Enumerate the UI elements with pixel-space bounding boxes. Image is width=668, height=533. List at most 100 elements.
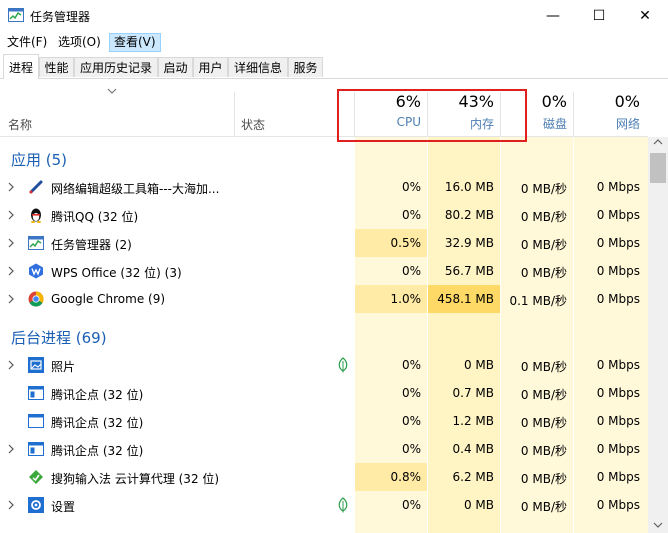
network-value: 0 Mbps xyxy=(596,264,640,278)
table-row[interactable]: 腾讯QQ (32 位) 0% 80.2 MB 0 MB/秒 0 Mbps xyxy=(0,201,648,229)
tab-performance[interactable]: 性能 xyxy=(39,57,74,77)
group-header-apps[interactable]: 应用 (5) xyxy=(0,144,648,172)
network-percent[interactable]: 0% xyxy=(574,92,640,111)
process-name: 网络编辑超级工具箱---大海加... xyxy=(51,182,220,196)
expand-chevron-icon[interactable] xyxy=(8,360,14,370)
disk-value: 0 MB/秒 xyxy=(520,182,567,196)
photos-icon xyxy=(28,357,44,373)
expand-chevron-icon[interactable] xyxy=(8,266,14,276)
scroll-up-icon[interactable] xyxy=(653,139,663,145)
task-manager-app-icon xyxy=(8,8,24,22)
table-row[interactable]: 网络编辑超级工具箱---大海加... 0% 16.0 MB 0 MB/秒 0 M… xyxy=(0,173,648,201)
process-name: 腾讯QQ (32 位) xyxy=(51,210,139,224)
expand-chevron-icon[interactable] xyxy=(8,444,14,454)
cpu-value: 0% xyxy=(401,358,421,372)
expand-chevron-icon[interactable] xyxy=(8,294,14,304)
memory-value: 0 MB xyxy=(463,358,494,372)
process-name: 照片 xyxy=(51,360,76,374)
window-app-icon xyxy=(28,386,44,400)
minimize-button[interactable]: — xyxy=(530,0,576,32)
menu-file[interactable]: 文件(F) xyxy=(3,34,51,51)
scroll-down-icon[interactable] xyxy=(653,522,663,528)
wps-icon xyxy=(29,263,43,279)
expand-chevron-icon[interactable] xyxy=(8,500,14,510)
vertical-scrollbar[interactable] xyxy=(648,137,668,533)
table-row[interactable]: 照片 0% 0 MB 0 MB/秒 0 Mbps xyxy=(0,351,648,379)
tab-startup[interactable]: 启动 xyxy=(158,57,193,77)
expand-chevron-icon[interactable] xyxy=(8,238,14,248)
cpu-value: 0% xyxy=(401,180,421,194)
process-name: 搜狗输入法 云计算代理 (32 位) xyxy=(51,472,220,486)
expand-chevron-icon[interactable] xyxy=(8,210,14,220)
table-row[interactable]: Google Chrome (9) 1.0% 458.1 MB 0.1 MB/秒… xyxy=(0,285,648,313)
cpu-value: 0% xyxy=(401,208,421,222)
disk-value: 0 MB/秒 xyxy=(520,266,567,280)
disk-value: 0 MB/秒 xyxy=(520,238,567,252)
process-name: 任务管理器 (2) xyxy=(51,238,132,252)
network-value: 0 Mbps xyxy=(596,414,640,428)
window-app-icon xyxy=(28,442,44,456)
table-row[interactable]: 搜狗输入法 云计算代理 (32 位) 0.8% 6.2 MB 0 MB/秒 0 … xyxy=(0,463,648,491)
column-name[interactable]: 名称 xyxy=(8,116,32,133)
tab-processes[interactable]: 进程 xyxy=(3,54,39,79)
maximize-icon: ☐ xyxy=(592,8,606,24)
menu-view[interactable]: 查看(V) xyxy=(109,33,161,52)
table-row[interactable]: WPS Office (32 位) (3) 0% 56.7 MB 0 MB/秒 … xyxy=(0,257,648,285)
process-name: 腾讯企点 (32 位) xyxy=(51,388,144,402)
column-header: 名称 状态 6% CPU 43% 内存 0% 磁盘 0% 网络 xyxy=(0,80,648,137)
tab-app-history[interactable]: 应用历史记录 xyxy=(74,57,158,77)
pen-icon xyxy=(29,180,43,194)
network-value: 0 Mbps xyxy=(596,358,640,372)
maximize-button[interactable]: ☐ xyxy=(576,0,622,32)
table-row[interactable]: 任务管理器 (2) 0.5% 32.9 MB 0 MB/秒 0 Mbps xyxy=(0,229,648,257)
memory-value: 458.1 MB xyxy=(437,292,494,306)
column-status[interactable]: 状态 xyxy=(241,116,265,133)
disk-value: 0 MB/秒 xyxy=(520,210,567,224)
tab-users[interactable]: 用户 xyxy=(193,57,228,77)
suspended-leaf-icon xyxy=(338,357,348,373)
cpu-value: 0% xyxy=(401,442,421,456)
cpu-value: 0% xyxy=(401,386,421,400)
chrome-icon xyxy=(28,291,44,307)
window-title: 任务管理器 xyxy=(30,10,91,24)
cpu-value: 0% xyxy=(401,264,421,278)
memory-value: 1.2 MB xyxy=(452,414,494,428)
close-button[interactable]: ✕ xyxy=(622,0,668,32)
network-value: 0 Mbps xyxy=(596,208,640,222)
table-row[interactable]: 设置 0% 0 MB 0 MB/秒 0 Mbps xyxy=(0,491,648,519)
cpu-value: 0.5% xyxy=(390,236,422,250)
group-header-background[interactable]: 后台进程 (69) xyxy=(0,321,648,349)
menu-bar: 文件(F) 选项(O) 查看(V) xyxy=(0,32,668,52)
tab-services[interactable]: 服务 xyxy=(288,57,323,77)
close-icon: ✕ xyxy=(639,8,651,24)
sogou-icon xyxy=(29,470,43,484)
menu-options[interactable]: 选项(O) xyxy=(54,34,105,51)
memory-value: 80.2 MB xyxy=(444,208,494,222)
table-row[interactable]: 腾讯企点 (32 位) 0% 0.7 MB 0 MB/秒 0 Mbps xyxy=(0,379,648,407)
memory-value: 0 MB xyxy=(463,498,494,512)
scroll-thumb[interactable] xyxy=(650,153,666,183)
network-value: 0 Mbps xyxy=(596,386,640,400)
expand-chevron-icon[interactable] xyxy=(8,182,14,192)
task-manager-icon xyxy=(28,236,44,250)
process-name: Google Chrome (9) xyxy=(51,292,166,306)
column-network[interactable]: 网络 xyxy=(574,115,640,132)
network-value: 0 Mbps xyxy=(596,292,640,306)
table-row[interactable]: 腾讯企点 (32 位) 0% 1.2 MB 0 MB/秒 0 Mbps xyxy=(0,407,648,435)
disk-value: 0 MB/秒 xyxy=(520,444,567,458)
tab-details[interactable]: 详细信息 xyxy=(228,57,288,77)
process-name: 腾讯企点 (32 位) xyxy=(51,444,144,458)
memory-value: 32.9 MB xyxy=(444,236,494,250)
cpu-value: 0% xyxy=(401,414,421,428)
settings-gear-icon xyxy=(28,497,44,513)
disk-value: 0 MB/秒 xyxy=(520,416,567,430)
cpu-value: 0% xyxy=(401,498,421,512)
group-title: 应用 (5) xyxy=(11,151,68,169)
process-name: 腾讯企点 (32 位) xyxy=(51,416,144,430)
memory-value: 56.7 MB xyxy=(444,264,494,278)
sort-chevron-down-icon[interactable] xyxy=(107,88,117,94)
tab-bar: 进程 性能 应用历史记录 启动 用户 详细信息 服务 xyxy=(0,54,668,79)
disk-value: 0 MB/秒 xyxy=(520,500,567,514)
table-row[interactable]: 腾讯企点 (32 位) 0% 0.4 MB 0 MB/秒 0 Mbps xyxy=(0,435,648,463)
network-value: 0 Mbps xyxy=(596,470,640,484)
